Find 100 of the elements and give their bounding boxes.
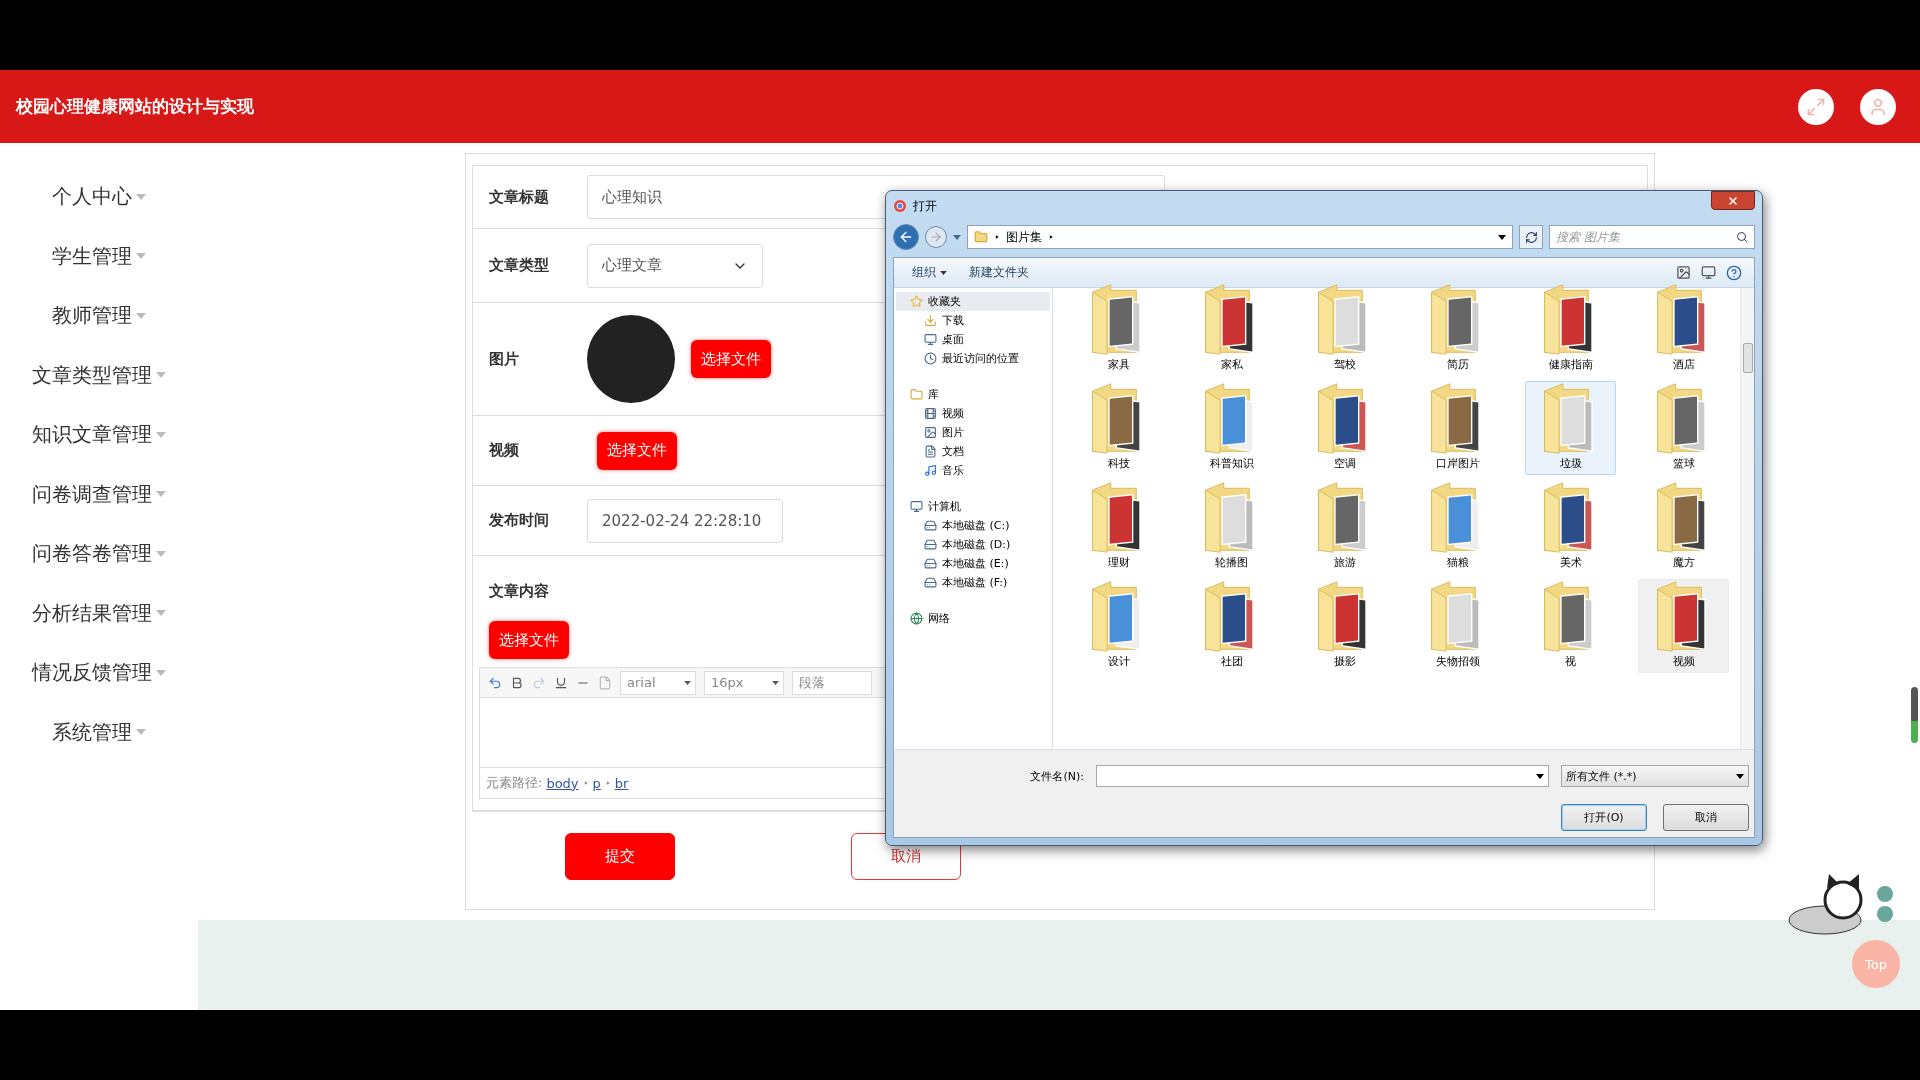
folder-item[interactable]: 视 xyxy=(1525,579,1616,673)
address-bar[interactable]: 图片集 xyxy=(967,225,1513,249)
folder-item[interactable]: 理财 xyxy=(1073,480,1164,574)
caret-icon xyxy=(940,270,947,275)
organize-menu[interactable]: 组织 xyxy=(906,262,953,283)
forward-button[interactable] xyxy=(925,226,947,248)
folder-item[interactable]: 猫粮 xyxy=(1412,480,1503,574)
caret-icon xyxy=(1536,773,1544,779)
size-select[interactable]: 16px xyxy=(704,670,784,695)
fullscreen-button[interactable] xyxy=(1798,88,1834,125)
open-button[interactable]: 打开(O) xyxy=(1561,803,1647,831)
nav-item[interactable]: 下载 xyxy=(896,311,1050,330)
path-label: 元素路径: xyxy=(486,774,543,792)
sidebar-item[interactable]: 情况反馈管理 xyxy=(32,643,166,703)
caret-icon xyxy=(994,233,1000,241)
sidebar-item[interactable]: 文章类型管理 xyxy=(32,345,166,405)
font-select[interactable]: arial xyxy=(620,670,696,695)
sidebar-item[interactable]: 教师管理 xyxy=(52,286,146,346)
paragraph-select[interactable]: 段落 xyxy=(792,670,872,695)
text-field[interactable]: 2022-02-24 22:28:10 xyxy=(587,498,783,543)
nav-item[interactable]: 计算机 xyxy=(896,497,1050,516)
monitor-icon xyxy=(910,500,923,513)
caret-icon xyxy=(136,312,146,319)
nav-item[interactable]: 音乐 xyxy=(896,461,1050,480)
preview-pane-icon[interactable] xyxy=(1701,265,1716,280)
caret-icon xyxy=(156,372,166,379)
folder-item[interactable]: 酒店 xyxy=(1638,282,1729,376)
sidebar-item[interactable]: 问卷答卷管理 xyxy=(32,524,166,584)
dialog-scrollbar[interactable] xyxy=(1740,288,1754,749)
folder-item[interactable]: 科技 xyxy=(1073,381,1164,475)
folder-item[interactable]: 健康指南 xyxy=(1525,282,1616,376)
sidebar-item[interactable]: 知识文章管理 xyxy=(32,405,166,465)
sidebar-item[interactable]: 个人中心 xyxy=(52,167,146,227)
bold-icon[interactable] xyxy=(510,675,524,690)
folder-item[interactable]: 社团 xyxy=(1186,579,1277,673)
caret-icon xyxy=(953,234,961,240)
path-link[interactable]: body xyxy=(546,775,579,791)
folder-icon xyxy=(910,388,923,401)
folder-item[interactable]: 家私 xyxy=(1186,282,1277,376)
nav-item[interactable]: 收藏夹 xyxy=(896,292,1050,311)
sidebar-item[interactable]: 分析结果管理 xyxy=(32,583,166,643)
close-button[interactable] xyxy=(1711,191,1755,210)
refresh-button[interactable] xyxy=(1519,225,1543,249)
folder-item[interactable]: 轮播图 xyxy=(1186,480,1277,574)
type-select[interactable]: 心理文章 xyxy=(587,243,763,288)
nav-item[interactable]: 本地磁盘 (D:) xyxy=(896,535,1050,554)
view-icon[interactable] xyxy=(1676,265,1691,280)
submit-button[interactable]: 提交 xyxy=(565,833,675,880)
folder-item[interactable]: 摄影 xyxy=(1299,579,1390,673)
sidebar-item[interactable]: 学生管理 xyxy=(52,226,146,286)
filetype-select[interactable]: 所有文件 (*.*) xyxy=(1561,765,1749,787)
choose-file-button[interactable]: 选择文件 xyxy=(489,621,569,659)
filename-field[interactable] xyxy=(1096,765,1549,787)
nav-item[interactable]: 本地磁盘 (E:) xyxy=(896,554,1050,573)
user-button[interactable] xyxy=(1860,88,1896,125)
path-link[interactable]: br xyxy=(614,775,629,791)
folder-item[interactable]: 空调 xyxy=(1299,381,1390,475)
caret-icon xyxy=(1048,233,1054,241)
underline-icon[interactable] xyxy=(554,675,568,690)
nav-item[interactable]: 库 xyxy=(896,385,1050,404)
nav-item[interactable]: 本地磁盘 (C:) xyxy=(896,516,1050,535)
image-icon xyxy=(924,426,937,439)
folder-item[interactable]: 垃圾 xyxy=(1525,381,1616,475)
folder-item[interactable]: 旅游 xyxy=(1299,480,1390,574)
download-icon xyxy=(924,314,937,327)
folder-item[interactable]: 美术 xyxy=(1525,480,1616,574)
folder-item[interactable]: 篮球 xyxy=(1638,381,1729,475)
folder-item[interactable]: 家具 xyxy=(1073,282,1164,376)
folder-item[interactable]: 简历 xyxy=(1412,282,1503,376)
nav-item[interactable]: 网络 xyxy=(896,609,1050,628)
drive-icon xyxy=(924,576,937,589)
sidebar-item[interactable]: 问卷调查管理 xyxy=(32,464,166,524)
undo-icon[interactable] xyxy=(488,675,502,690)
folder-item[interactable]: 科普知识 xyxy=(1186,381,1277,475)
caret-icon xyxy=(1498,234,1506,240)
choose-file-button[interactable]: 选择文件 xyxy=(691,340,771,378)
drive-icon xyxy=(924,519,937,532)
path-link[interactable]: p xyxy=(592,775,601,791)
nav-item[interactable]: 文档 xyxy=(896,442,1050,461)
page-scrollbar[interactable] xyxy=(1911,687,1918,743)
drive-icon xyxy=(924,538,937,551)
choose-file-button[interactable]: 选择文件 xyxy=(597,431,677,470)
user-icon xyxy=(1868,96,1888,117)
breadcrumb[interactable]: 图片集 xyxy=(1006,228,1042,246)
folder-item[interactable]: 魔方 xyxy=(1638,480,1729,574)
sidebar-item[interactable]: 系统管理 xyxy=(52,702,146,762)
folder-item[interactable]: 口岸图片 xyxy=(1412,381,1503,475)
folder-item[interactable]: 设计 xyxy=(1073,579,1164,673)
nav-item[interactable]: 视频 xyxy=(896,404,1050,423)
new-folder-button[interactable]: 新建文件夹 xyxy=(963,262,1035,283)
folder-item[interactable]: 失物招领 xyxy=(1412,579,1503,673)
folder-item[interactable]: 驾校 xyxy=(1299,282,1390,376)
cancel-button[interactable]: 取消 xyxy=(1663,803,1749,831)
nav-item[interactable]: 最近访问的位置 xyxy=(896,349,1050,368)
help-icon[interactable] xyxy=(1726,264,1742,281)
folder-item[interactable]: 视频 xyxy=(1638,579,1729,673)
nav-item[interactable]: 桌面 xyxy=(896,330,1050,349)
nav-item[interactable]: 图片 xyxy=(896,423,1050,442)
back-button[interactable] xyxy=(893,224,919,250)
nav-item[interactable]: 本地磁盘 (F:) xyxy=(896,573,1050,592)
